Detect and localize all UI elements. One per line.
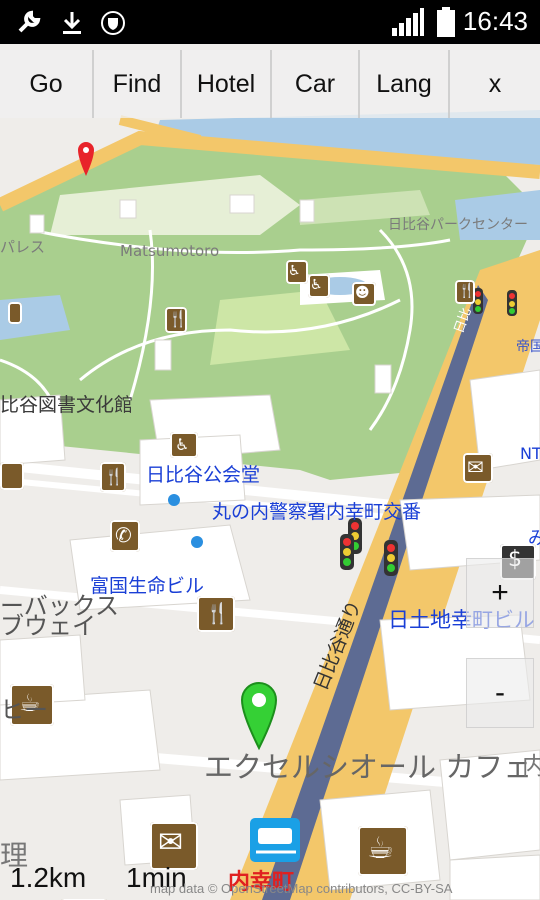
wrench-icon: [16, 9, 42, 39]
poi-icon-right[interactable]: 🍴: [455, 280, 475, 304]
toilet-icon[interactable]: ♿: [286, 260, 308, 284]
phone-icon[interactable]: ✆: [110, 520, 140, 552]
label-palace: パレス: [0, 238, 46, 256]
label-mi: み: [528, 528, 540, 549]
find-button[interactable]: Find: [94, 50, 182, 118]
route-distance: 1.2km: [10, 862, 87, 893]
poi-icon-left[interactable]: [8, 302, 22, 324]
label-subway: ブウェイ: [0, 612, 96, 640]
book-icon[interactable]: [0, 462, 24, 490]
restaurant-icon[interactable]: 🍴: [165, 307, 188, 333]
go-button[interactable]: Go: [0, 50, 94, 118]
hotel-button[interactable]: Hotel: [182, 50, 272, 118]
restaurant-icon-2[interactable]: 🍴: [100, 462, 126, 492]
label-hibiya-hall: 日比谷公会堂: [146, 464, 261, 486]
label-excelsior: エクセルシオール カフェ: [204, 750, 533, 784]
post-office-icon[interactable]: ✉: [463, 453, 493, 483]
label-police-box: 丸の内警察署内幸町交番: [212, 501, 422, 523]
label-nt: NT: [520, 444, 540, 463]
toolbar: Go Find Hotel Car Lang x: [0, 50, 540, 118]
download-icon: [60, 10, 84, 40]
map-attribution: map data © OpenStreetMap contributors, C…: [150, 881, 453, 896]
battery-icon: [437, 7, 455, 41]
label-uchi: 内: [522, 752, 540, 780]
toilet-icon-2[interactable]: ♿: [308, 274, 330, 298]
lang-button[interactable]: Lang: [360, 50, 450, 118]
theater-icon[interactable]: ☻: [352, 282, 376, 306]
zoom-in-button[interactable]: +: [466, 558, 534, 628]
restaurant-icon-3[interactable]: 🍴: [197, 596, 235, 632]
label-coffee: ヒー: [0, 696, 48, 724]
toilet-icon-3[interactable]: ♿: [170, 432, 198, 458]
label-teiko: 帝国: [516, 339, 540, 355]
map-view[interactable]: 🍴 ♿ ♿ ☻ 🍴 ♿ 🍴 ✉ ✆ 🍴 $ ☕ ✉ ☕ Matsumotoro …: [0, 44, 540, 900]
shield-icon: [100, 10, 126, 40]
close-button[interactable]: x: [450, 50, 540, 118]
car-button[interactable]: Car: [272, 50, 360, 118]
status-bar: 16:43: [0, 0, 540, 44]
label-library: 比谷図書文化館: [0, 394, 134, 416]
signal-icon: [392, 8, 424, 40]
zoom-out-button[interactable]: -: [466, 658, 534, 728]
status-time: 16:43: [462, 6, 528, 36]
label-matsumotoro: Matsumotoro: [120, 242, 220, 260]
label-hibiya-park-center: 日比谷パークセンター: [388, 217, 528, 233]
cafe-icon[interactable]: ☕: [358, 826, 408, 876]
